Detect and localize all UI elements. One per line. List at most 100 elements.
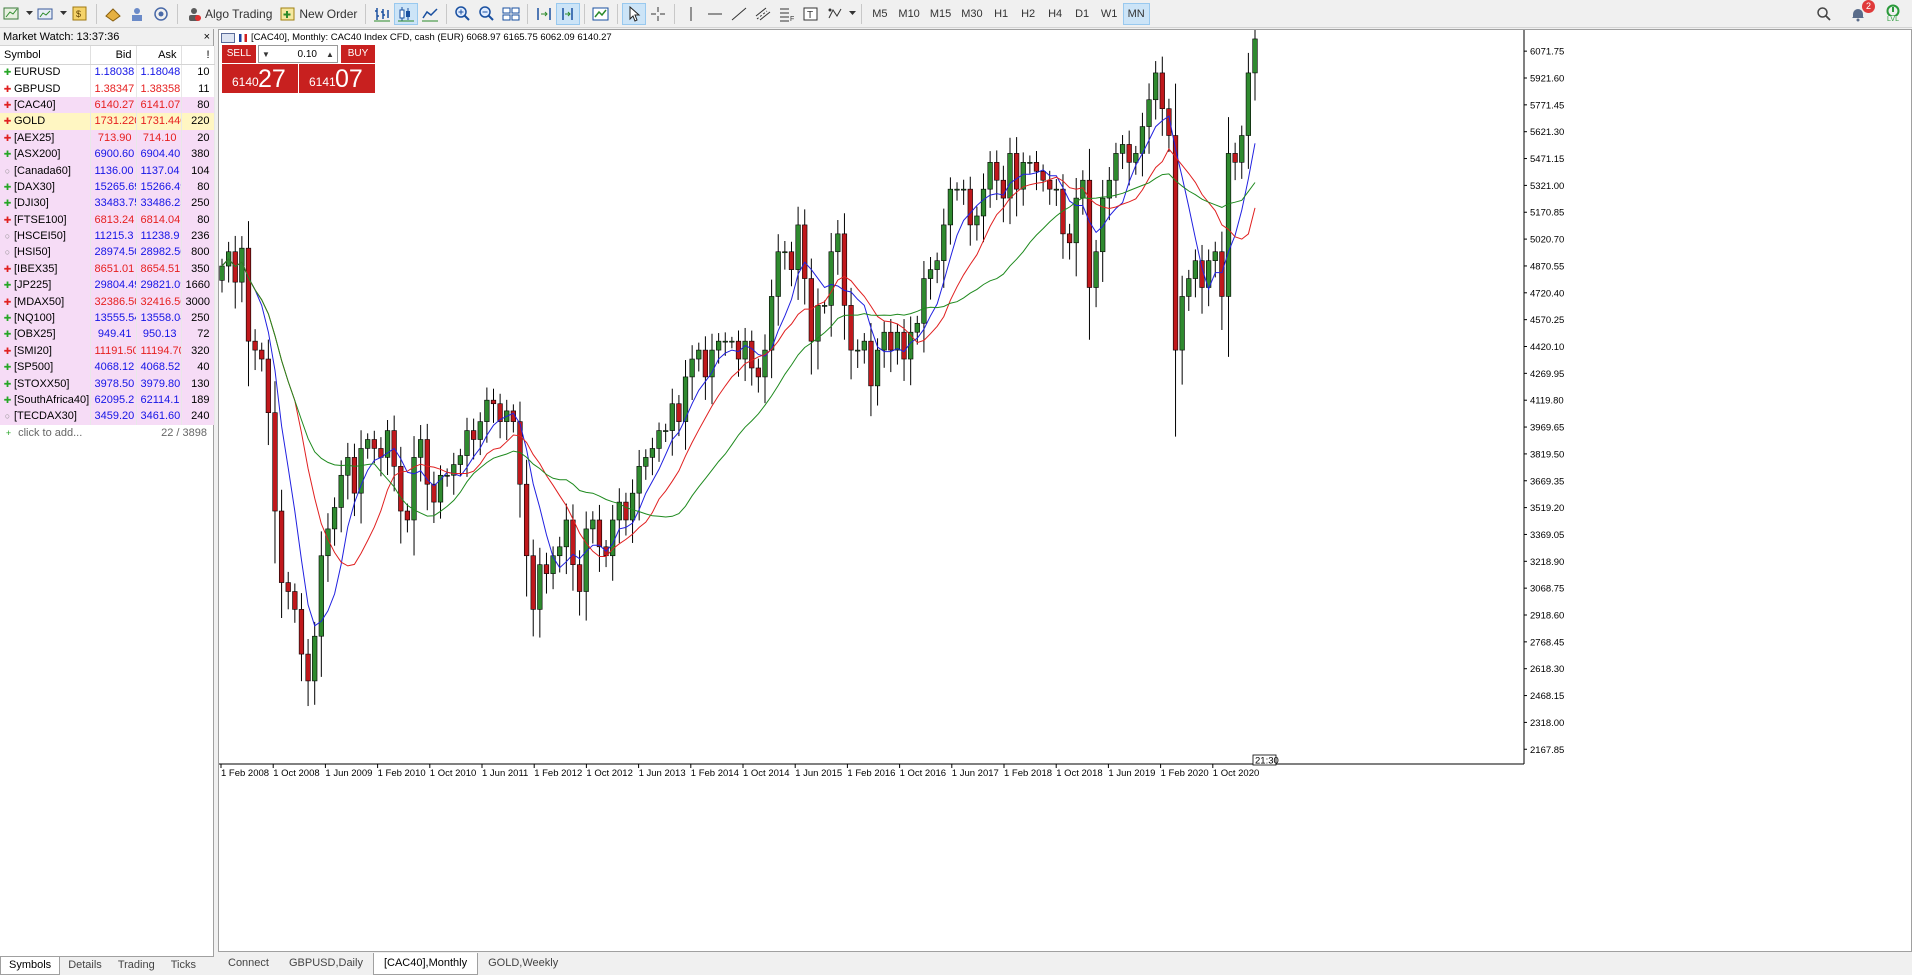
- ask-cell[interactable]: 15266.49: [136, 178, 182, 196]
- profiles-button[interactable]: [34, 3, 58, 25]
- tab-trading[interactable]: Trading: [110, 957, 163, 975]
- market-watch-row[interactable]: ✚[JP225]29804.4929821.091660: [0, 277, 215, 294]
- timeframe-mn-button[interactable]: MN: [1122, 2, 1150, 25]
- chart-shift-button[interactable]: [532, 3, 556, 25]
- market-watch-row[interactable]: ○ [Canada60] 1136.00 1137.04 104: [0, 162, 215, 179]
- column-header-symbol[interactable]: Symbol: [0, 46, 91, 65]
- symbol-cell[interactable]: ✚ [ASX200]: [0, 145, 91, 163]
- spread-cell[interactable]: 80: [181, 178, 215, 196]
- bid-cell[interactable]: 11215.3: [90, 227, 137, 245]
- spread-cell[interactable]: 1660: [181, 277, 215, 294]
- ask-cell[interactable]: 6904.40: [136, 145, 182, 163]
- bid-cell[interactable]: 949.41: [90, 326, 137, 343]
- spread-cell[interactable]: 380: [181, 145, 215, 163]
- symbol-cell[interactable]: ✚ [STOXX50]: [0, 375, 91, 392]
- spread-cell[interactable]: 220: [181, 113, 215, 130]
- bid-cell[interactable]: 6140.27: [90, 96, 137, 114]
- bid-cell[interactable]: 1.38347: [90, 80, 137, 97]
- spread-cell[interactable]: 72: [181, 326, 215, 343]
- market-watch-row[interactable]: ✚GOLD1731.2201731.440220: [0, 113, 215, 130]
- data-window-button[interactable]: $: [68, 3, 92, 25]
- spread-cell[interactable]: 189: [181, 391, 215, 409]
- bid-cell[interactable]: 15265.69: [90, 178, 137, 196]
- symbol-cell[interactable]: ✚ [DJI30]: [0, 195, 91, 212]
- tab-ticks[interactable]: Ticks: [163, 957, 204, 975]
- trendline-button[interactable]: [727, 3, 751, 25]
- fibonacci-button[interactable]: F: [775, 3, 799, 25]
- ask-cell[interactable]: 32416.50: [136, 293, 182, 310]
- account-level-button[interactable]: LVL: [1880, 3, 1906, 25]
- bid-cell[interactable]: 1.18038: [90, 64, 137, 81]
- lot-size-value[interactable]: 0.10: [273, 49, 323, 60]
- vertical-line-button[interactable]: [679, 3, 703, 25]
- add-symbol-row[interactable]: + click to add... 22 / 3898: [0, 425, 213, 441]
- line-chart-button[interactable]: [418, 3, 442, 25]
- market-watch-row[interactable]: ✚ EURUSD 1.18038 1.18048 10: [0, 64, 215, 81]
- timeframe-m30-button[interactable]: M30: [956, 3, 987, 25]
- ask-cell[interactable]: 62114.1: [136, 391, 182, 409]
- market-watch-row[interactable]: ✚[DJI30]33483.7533486.25250: [0, 195, 215, 212]
- signals-button[interactable]: [125, 3, 149, 25]
- ask-cell[interactable]: 950.13: [136, 326, 182, 343]
- spread-cell[interactable]: 11: [181, 80, 215, 97]
- spread-cell[interactable]: 40: [181, 359, 215, 376]
- search-button[interactable]: [1812, 3, 1836, 25]
- ask-cell[interactable]: 11194.70: [136, 342, 182, 360]
- buy-button[interactable]: BUY: [341, 45, 375, 63]
- column-header-spread[interactable]: !: [181, 46, 215, 65]
- timeframe-m5-button[interactable]: M5: [866, 3, 893, 25]
- ask-cell[interactable]: 3979.80: [136, 375, 182, 392]
- market-watch-row[interactable]: ✚ [SP500] 4068.12 4068.52 40: [0, 359, 215, 376]
- timeframe-d1-button[interactable]: D1: [1069, 3, 1096, 25]
- symbol-cell[interactable]: ✚ GOLD: [0, 113, 91, 130]
- timeframe-h1-button[interactable]: H1: [988, 3, 1015, 25]
- spread-cell[interactable]: 130: [181, 375, 215, 392]
- chevron-down-icon[interactable]: [58, 3, 68, 25]
- symbol-cell[interactable]: ✚ [SMI20]: [0, 342, 91, 360]
- bid-cell[interactable]: 11191.50: [90, 342, 137, 360]
- tile-windows-button[interactable]: [499, 3, 523, 25]
- symbol-cell[interactable]: ✚ [OBX25]: [0, 326, 91, 343]
- market-watch-row[interactable]: ✚ [ASX200] 6900.60 6904.40 380: [0, 145, 215, 163]
- chevron-down-icon[interactable]: [24, 3, 34, 25]
- notifications-button[interactable]: 2: [1846, 0, 1875, 25]
- bid-cell[interactable]: 13555.54: [90, 309, 137, 327]
- ask-cell[interactable]: 29821.09: [136, 277, 182, 294]
- lot-size-field[interactable]: ▼ 0.10 ▲: [258, 45, 338, 63]
- spread-cell[interactable]: 240: [181, 408, 215, 425]
- timeframe-w1-button[interactable]: W1: [1096, 3, 1123, 25]
- ask-cell[interactable]: 6814.04: [136, 211, 182, 228]
- sell-price-button[interactable]: 6140 27: [222, 64, 298, 93]
- timeframe-h2-button[interactable]: H2: [1015, 3, 1042, 25]
- market-watch-row[interactable]: ○ [HSCEI50] 11215.3 11238.9 236: [0, 227, 215, 245]
- timeframe-h4-button[interactable]: H4: [1042, 3, 1069, 25]
- symbol-cell[interactable]: ✚ [NQ100]: [0, 309, 91, 327]
- spread-cell[interactable]: 80: [181, 96, 215, 114]
- symbol-cell[interactable]: ○ [HSCEI50]: [0, 227, 91, 245]
- zoom-out-button[interactable]: [475, 3, 499, 25]
- tab-symbols[interactable]: Symbols: [0, 957, 61, 975]
- market-watch-row[interactable]: ✚[NQ100]13555.5413558.04250: [0, 309, 215, 327]
- symbol-cell[interactable]: ✚ [DAX30]: [0, 178, 91, 196]
- spread-cell[interactable]: 236: [181, 227, 215, 245]
- symbol-cell[interactable]: ✚ [SouthAfrica40]: [0, 391, 91, 409]
- bid-cell[interactable]: 4068.12: [90, 359, 137, 376]
- chart-tab[interactable]: GBPUSD,Daily: [279, 953, 373, 975]
- market-watch-row[interactable]: ✚ [AEX25] 713.90 714.10 20: [0, 129, 215, 146]
- ask-cell[interactable]: 6141.07: [136, 96, 182, 114]
- autoscroll-button[interactable]: [556, 2, 581, 25]
- cursor-button[interactable]: [622, 2, 647, 25]
- shapes-button[interactable]: [823, 3, 847, 25]
- timeframe-m15-button[interactable]: M15: [925, 3, 956, 25]
- ask-cell[interactable]: 3461.60: [136, 408, 182, 425]
- bid-cell[interactable]: 3459.20: [90, 408, 137, 425]
- bid-cell[interactable]: 29804.49: [90, 277, 137, 294]
- market-watch-row[interactable]: ✚[MDAX50]32386.5032416.503000: [0, 293, 215, 310]
- buy-price-button[interactable]: 6141 07: [299, 64, 375, 93]
- column-header-ask[interactable]: Ask: [136, 46, 182, 65]
- column-header-bid[interactable]: Bid: [90, 46, 137, 65]
- market-watch-row[interactable]: ✚[DAX30]15265.6915266.4980: [0, 178, 215, 196]
- price-chart[interactable]: 6071.75 5921.60 5771.45 5621.30 5471.15 5321.…: [219, 30, 1911, 951]
- spread-cell[interactable]: 320: [181, 342, 215, 360]
- chevron-up-icon[interactable]: ▲: [323, 50, 337, 59]
